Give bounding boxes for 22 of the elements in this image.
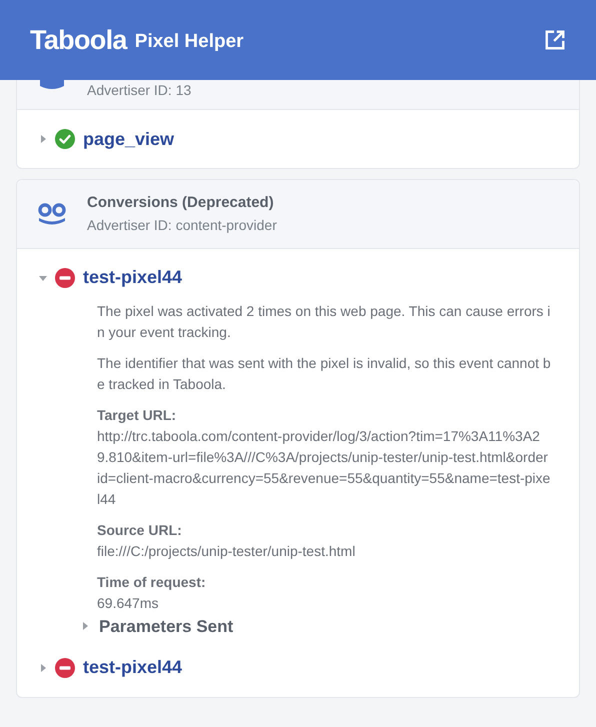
warning-message: The identifier that was sent with the pixel is invalid, so this event cannot be tracked in Taboola.: [97, 354, 551, 394]
parameters-toggle[interactable]: Parameters Sent: [99, 616, 234, 636]
advertiser-id: Advertiser ID: content-provider: [87, 216, 277, 235]
pixel-name[interactable]: test-pixel44: [83, 654, 182, 681]
detail-label: Time of request:: [97, 572, 207, 592]
advertiser-id: Advertiser ID: 13: [87, 81, 192, 100]
pixel-name[interactable]: page_view: [83, 126, 174, 152]
detail-label: Target URL:: [97, 406, 178, 425]
caret-icon[interactable]: [39, 134, 47, 144]
external-link-icon[interactable]: [544, 29, 566, 51]
pixel-name[interactable]: test-pixel44: [83, 264, 182, 291]
detail-value: file:///C:/projects/unip-tester/unip-test.html: [97, 542, 356, 561]
caret-icon[interactable]: [39, 662, 47, 672]
brand-logo: Taboola: [30, 24, 127, 57]
eyes-smile-icon: [37, 202, 67, 226]
warning-message: The pixel was activated 2 times on this web page. This can cause errors in your event tracking.: [97, 302, 551, 342]
section-title: Conversions (Deprecated): [87, 193, 275, 213]
caret-icon[interactable]: [81, 621, 89, 631]
app-title: Pixel Helper: [134, 30, 244, 54]
detail-value: http://trc.taboola.com/content-provider/log/3/action?tim=17%3A11%3A29.810&item-url=file%3A///C%3A/projects/unip-tester/unip-test.html&orderid=client-macro&currency=55&revenue=55&quantity=55&name=test-pixel44: [97, 426, 551, 508]
detail-value: 69.647ms: [97, 594, 160, 612]
detail-label: Source URL:: [97, 520, 183, 540]
